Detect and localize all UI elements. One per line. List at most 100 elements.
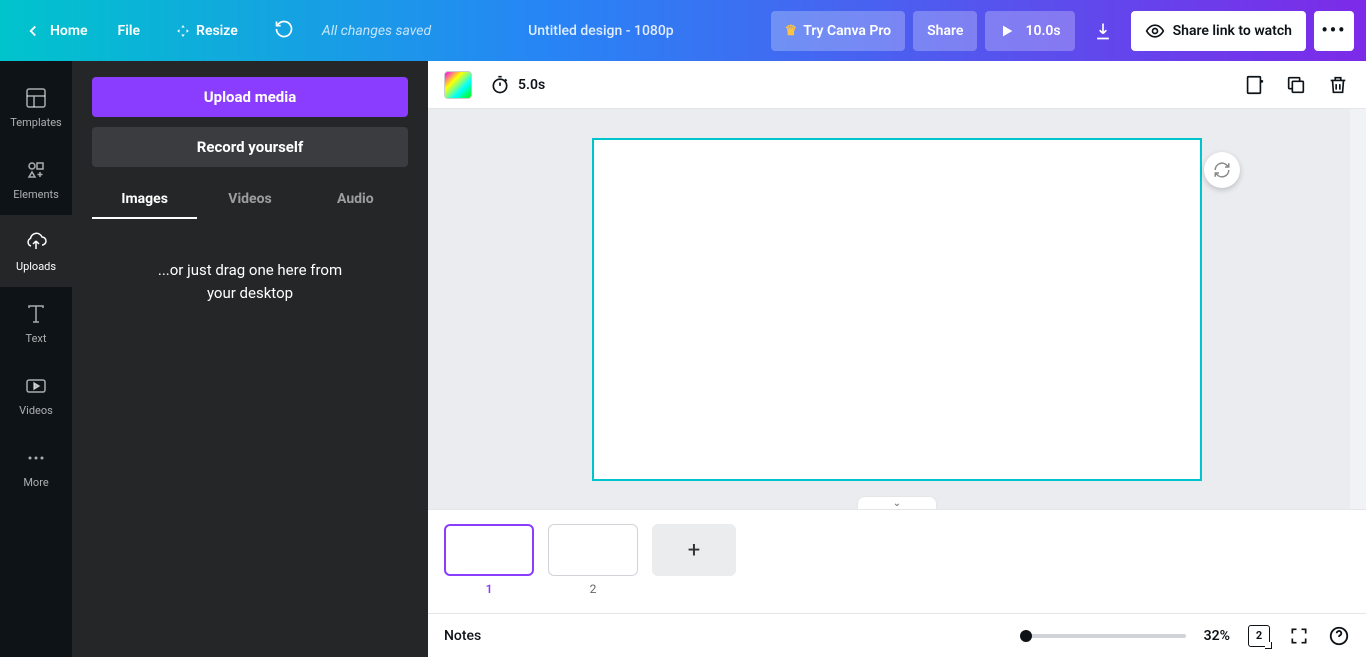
delete-page-button[interactable] (1326, 73, 1350, 97)
page-thumb-1-box[interactable] (444, 524, 534, 576)
footer-bar: Notes 32% 2 (428, 613, 1366, 657)
home-label: Home (50, 23, 88, 39)
download-button[interactable] (1083, 11, 1123, 51)
play-icon (999, 23, 1015, 39)
rail-elements[interactable]: Elements (0, 143, 72, 215)
elements-icon (24, 158, 48, 182)
page-count-button[interactable]: 2 (1248, 625, 1270, 647)
refresh-icon (1213, 161, 1231, 179)
home-button[interactable]: Home (12, 22, 100, 40)
plus-icon: + (688, 538, 700, 563)
rail-text-label: Text (26, 332, 47, 345)
rail-more-label: More (23, 476, 48, 489)
file-label: File (118, 23, 141, 39)
design-frame[interactable] (592, 138, 1202, 481)
record-yourself-button[interactable]: Record yourself (92, 127, 408, 167)
side-rail: Templates Elements Uploads Text Videos M… (0, 61, 72, 657)
rail-templates[interactable]: Templates (0, 71, 72, 143)
tab-audio-label: Audio (337, 191, 374, 207)
play-button[interactable]: 10.0s (985, 11, 1074, 51)
upload-tabs: Images Videos Audio (92, 181, 408, 219)
undo-button[interactable] (256, 19, 312, 43)
zoom-handle[interactable] (1020, 630, 1032, 642)
page-num-1: 1 (486, 582, 493, 596)
more-icon (24, 446, 48, 470)
top-bar: Home File Resize All changes saved Untit… (0, 0, 1366, 61)
notes-label: Notes (444, 628, 481, 644)
rail-uploads-label: Uploads (16, 260, 56, 273)
pages-strip: 1 2 + (428, 509, 1366, 613)
eye-icon (1145, 21, 1165, 41)
upload-media-button[interactable]: Upload media (92, 77, 408, 117)
expand-timeline-button[interactable]: ⌄ (857, 496, 937, 509)
notes-button[interactable]: Notes (444, 628, 481, 644)
fullscreen-icon (1289, 626, 1309, 646)
document-title[interactable]: Untitled design - 1080p (431, 23, 771, 39)
page-duration-label: 5.0s (518, 77, 545, 93)
uploads-panel: Upload media Record yourself Images Vide… (72, 61, 428, 657)
resize-label: Resize (196, 23, 238, 39)
tab-videos[interactable]: Videos (197, 181, 302, 219)
resize-icon (176, 24, 190, 38)
chevron-left-icon (24, 22, 42, 40)
duplicate-icon (1285, 74, 1307, 96)
file-menu[interactable]: File (100, 0, 159, 61)
canvas-area: 5.0s ⌄ 1 2 + (428, 61, 1366, 657)
text-icon (24, 302, 48, 326)
templates-icon (24, 86, 48, 110)
canvas-toolbar: 5.0s (428, 61, 1366, 109)
zoom-slider[interactable] (1026, 634, 1186, 638)
animate-button[interactable] (1204, 152, 1240, 188)
rail-more[interactable]: More (0, 431, 72, 503)
scrollbar-vertical[interactable] (1350, 109, 1366, 509)
rail-uploads[interactable]: Uploads (0, 215, 72, 287)
share-link-label: Share link to watch (1173, 23, 1292, 39)
add-page-icon (1243, 74, 1265, 96)
page-thumb-2-box[interactable] (548, 524, 638, 576)
drag-drop-hint: ...or just drag one here from your deskt… (92, 259, 408, 304)
chevron-down-icon: ⌄ (893, 498, 901, 509)
rail-videos[interactable]: Videos (0, 359, 72, 431)
rail-videos-label: Videos (19, 404, 53, 417)
share-button[interactable]: Share (913, 11, 977, 51)
rail-elements-label: Elements (13, 188, 59, 201)
rail-text[interactable]: Text (0, 287, 72, 359)
zoom-value[interactable]: 32% (1204, 628, 1230, 644)
trash-icon (1327, 74, 1349, 96)
page-duration-button[interactable]: 5.0s (490, 75, 545, 95)
fullscreen-button[interactable] (1288, 625, 1310, 647)
background-color-button[interactable] (444, 71, 472, 99)
add-page-thumb-button[interactable]: + (652, 524, 736, 576)
share-link-button[interactable]: Share link to watch (1131, 11, 1306, 51)
page-thumb-1[interactable]: 1 (444, 524, 534, 596)
record-yourself-label: Record yourself (197, 138, 303, 156)
play-duration-label: 10.0s (1025, 23, 1060, 39)
undo-icon (274, 19, 294, 39)
try-pro-label: Try Canva Pro (803, 23, 891, 39)
drag-line2: your desktop (92, 282, 408, 305)
tab-videos-label: Videos (228, 191, 271, 207)
try-pro-button[interactable]: ♛Try Canva Pro (771, 11, 905, 51)
videos-icon (24, 374, 48, 398)
tab-audio[interactable]: Audio (303, 181, 408, 219)
stopwatch-icon (490, 75, 510, 95)
duplicate-page-button[interactable] (1284, 73, 1308, 97)
add-page-button[interactable] (1242, 73, 1266, 97)
tab-images[interactable]: Images (92, 181, 197, 219)
save-status: All changes saved (322, 23, 431, 39)
resize-menu[interactable]: Resize (158, 0, 256, 61)
upload-media-label: Upload media (204, 88, 297, 106)
more-button[interactable]: ••• (1314, 11, 1354, 51)
share-label: Share (927, 23, 963, 39)
canvas-viewport[interactable]: ⌄ (428, 109, 1366, 509)
download-icon (1093, 21, 1113, 41)
page-num-2: 2 (590, 582, 597, 596)
dots-icon: ••• (1321, 20, 1346, 41)
tab-images-label: Images (121, 191, 167, 207)
help-button[interactable] (1328, 625, 1350, 647)
drag-line1: ...or just drag one here from (92, 259, 408, 282)
page-count-label: 2 (1256, 629, 1262, 642)
uploads-icon (24, 230, 48, 254)
help-icon (1328, 625, 1350, 647)
page-thumb-2[interactable]: 2 (548, 524, 638, 596)
